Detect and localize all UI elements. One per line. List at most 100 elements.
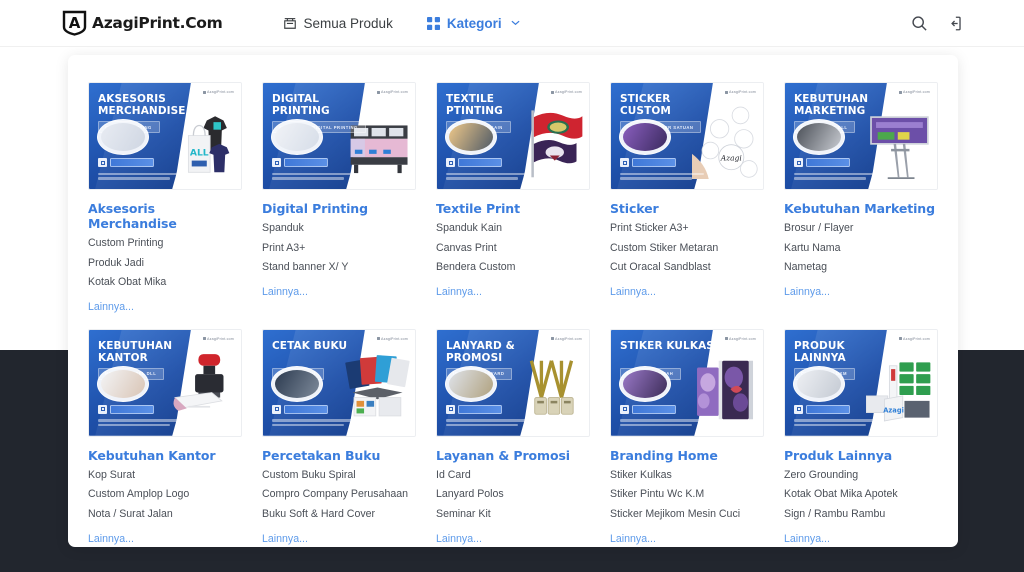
- cart-icon: [620, 158, 629, 167]
- chevron-down-icon: [511, 18, 520, 28]
- banner-footer-text: [794, 419, 878, 428]
- category-more-link[interactable]: Lainnya...: [262, 533, 308, 545]
- category-more-link[interactable]: Lainnya...: [88, 301, 134, 313]
- category-title[interactable]: Digital Printing: [262, 201, 416, 216]
- cart-icon: [446, 405, 455, 414]
- category-banner[interactable]: KEBUTUHAN KANTOR NOTA, STAMPEL DLL Azagi…: [88, 329, 242, 437]
- banner-inset-photo: [619, 119, 671, 155]
- category-title[interactable]: Produk Lainnya: [784, 448, 938, 463]
- category-more-link[interactable]: Lainnya...: [88, 533, 134, 545]
- nav-item-semua-produk[interactable]: Semua Produk: [283, 16, 393, 31]
- list-item[interactable]: Sign / Rambu Rambu: [784, 509, 938, 520]
- shield-logo-icon: A: [62, 10, 87, 36]
- list-item[interactable]: Kotak Obat Mika Apotek: [784, 489, 938, 500]
- category-banner[interactable]: Azagi STICKER CUSTOM CUSTOM STICKER SATU…: [610, 82, 764, 190]
- shop-now-pill: [458, 158, 502, 167]
- list-item[interactable]: Print Sticker A3+: [610, 223, 764, 234]
- list-item[interactable]: Compro Company Perusahaan: [262, 489, 416, 500]
- shop-now-pill: [806, 158, 850, 167]
- banner-shop-now-button[interactable]: [620, 158, 676, 167]
- banner-watermark: AzagiPrint.com: [377, 337, 408, 341]
- list-item[interactable]: Zero Grounding: [784, 470, 938, 481]
- category-title[interactable]: Textile Print: [436, 201, 590, 216]
- category-title[interactable]: Layanan & Promosi: [436, 448, 590, 463]
- list-item[interactable]: Stiker Kulkas: [610, 470, 764, 481]
- banner-shop-now-button[interactable]: [98, 405, 154, 414]
- banner-shop-now-button[interactable]: [272, 405, 328, 414]
- category-card: TEXTILE PTINTING CETAK BAHAN KAIN AzagiP…: [436, 82, 590, 315]
- category-more-link[interactable]: Lainnya...: [784, 286, 830, 298]
- banner-inset-photo: [619, 366, 671, 402]
- category-more-link[interactable]: Lainnya...: [262, 286, 308, 298]
- category-title[interactable]: Aksesoris Merchandise: [88, 201, 242, 231]
- category-banner[interactable]: CETAK BUKU CUSTOM BUKU AzagiPrint.com: [262, 329, 416, 437]
- banner-shop-now-button[interactable]: [272, 158, 328, 167]
- list-item[interactable]: Spanduk Kain: [436, 223, 590, 234]
- list-item[interactable]: Buku Soft & Hard Cover: [262, 509, 416, 520]
- category-banner[interactable]: STIKER KULKAS BRANDING RUMAH AzagiPrint.…: [610, 329, 764, 437]
- banner-shop-now-button[interactable]: [446, 405, 502, 414]
- category-banner[interactable]: DIGITAL PRINTING SPESIFIKASI DIGITAL PRI…: [262, 82, 416, 190]
- cart-icon: [620, 405, 629, 414]
- list-item[interactable]: Canvas Print: [436, 243, 590, 254]
- list-item[interactable]: Cut Oracal Sandblast: [610, 262, 764, 273]
- watermark-dot-icon: [551, 337, 554, 340]
- category-title[interactable]: Kebutuhan Marketing: [784, 201, 938, 216]
- list-item[interactable]: Seminar Kit: [436, 509, 590, 520]
- list-item[interactable]: Print A3+: [262, 243, 416, 254]
- category-banner[interactable]: KEBUTUHAN MARKETING BOSUR FLYER DLL Azag…: [784, 82, 938, 190]
- brand-logo[interactable]: A AzagiPrint.Com: [62, 10, 223, 36]
- category-more-link[interactable]: Lainnya...: [436, 286, 482, 298]
- category-banner[interactable]: ALL AKSESORIS MERCHANDISE CUSTOM PRINTIN…: [88, 82, 242, 190]
- list-item[interactable]: Sticker Mejikom Mesin Cuci: [610, 509, 764, 520]
- category-more-link[interactable]: Lainnya...: [610, 286, 656, 298]
- list-item[interactable]: Nota / Surat Jalan: [88, 509, 242, 520]
- list-item[interactable]: Kotak Obat Mika: [88, 277, 242, 288]
- banner-shop-now-button[interactable]: [620, 405, 676, 414]
- category-title[interactable]: Sticker: [610, 201, 764, 216]
- banner-shop-now-button[interactable]: [98, 158, 154, 167]
- category-title[interactable]: Kebutuhan Kantor: [88, 448, 242, 463]
- list-item[interactable]: Id Card: [436, 470, 590, 481]
- category-title[interactable]: Branding Home: [610, 448, 764, 463]
- category-item-list: Brosur / Flayer Kartu Nama Nametag: [784, 223, 938, 273]
- category-more-link[interactable]: Lainnya...: [610, 533, 656, 545]
- list-item[interactable]: Nametag: [784, 262, 938, 273]
- shop-now-pill: [806, 405, 850, 414]
- list-item[interactable]: Lanyard Polos: [436, 489, 590, 500]
- list-item[interactable]: Custom Buku Spiral: [262, 470, 416, 481]
- list-item[interactable]: Stiker Pintu Wc K.M: [610, 489, 764, 500]
- banner-shop-now-button[interactable]: [794, 158, 850, 167]
- list-item[interactable]: Kop Surat: [88, 470, 242, 481]
- list-item[interactable]: Custom Stiker Metaran: [610, 243, 764, 254]
- list-item[interactable]: Stand banner X/ Y: [262, 262, 416, 273]
- banner-shop-now-button[interactable]: [446, 158, 502, 167]
- list-item[interactable]: Brosur / Flayer: [784, 223, 938, 234]
- category-more-link[interactable]: Lainnya...: [784, 533, 830, 545]
- category-item-list: Kop Surat Custom Amplop Logo Nota / Sura…: [88, 470, 242, 520]
- banner-title: KEBUTUHAN MARKETING: [794, 94, 894, 118]
- nav-item-kategori[interactable]: Kategori: [427, 16, 520, 31]
- category-banner[interactable]: TEXTILE PTINTING CETAK BAHAN KAIN AzagiP…: [436, 82, 590, 190]
- list-item[interactable]: Bendera Custom: [436, 262, 590, 273]
- list-item[interactable]: Kartu Nama: [784, 243, 938, 254]
- category-card: Azagi STICKER CUSTOM CUSTOM STICKER SATU…: [610, 82, 764, 315]
- list-item[interactable]: Produk Jadi: [88, 258, 242, 269]
- list-item[interactable]: Spanduk: [262, 223, 416, 234]
- banner-shop-now-button[interactable]: [794, 405, 850, 414]
- banner-watermark-text: AzagiPrint.com: [381, 90, 408, 94]
- category-more-link[interactable]: Lainnya...: [436, 533, 482, 545]
- login-icon[interactable]: [945, 15, 962, 32]
- categories-panel: ALL AKSESORIS MERCHANDISE CUSTOM PRINTIN…: [68, 55, 958, 547]
- list-item[interactable]: Custom Printing: [88, 238, 242, 249]
- category-title[interactable]: Percetakan Buku: [262, 448, 416, 463]
- category-banner[interactable]: Azagi PRODUK LAINNYA CUSTOM DAN UKM Azag…: [784, 329, 938, 437]
- grid-icon: [427, 17, 440, 30]
- nav-item-semua-produk-label: Semua Produk: [304, 16, 393, 31]
- category-banner[interactable]: LANYARD & PROMOSI ID CARD & LANYARD Azag…: [436, 329, 590, 437]
- list-item[interactable]: Custom Amplop Logo: [88, 489, 242, 500]
- banner-title: STIKER KULKAS: [620, 341, 720, 353]
- category-card: ALL AKSESORIS MERCHANDISE CUSTOM PRINTIN…: [88, 82, 242, 315]
- search-icon[interactable]: [911, 15, 928, 32]
- cart-icon: [794, 158, 803, 167]
